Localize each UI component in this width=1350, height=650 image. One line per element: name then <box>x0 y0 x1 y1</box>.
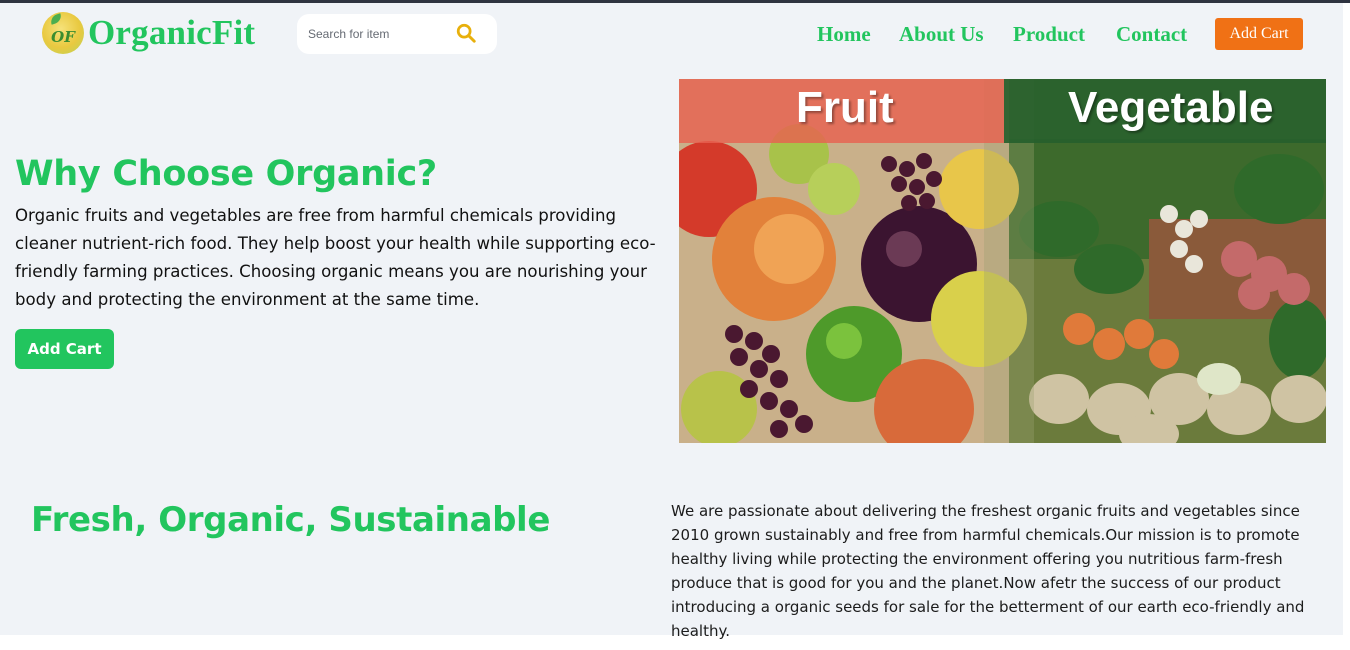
logo-initials: OF <box>51 28 75 46</box>
leaf-shape <box>48 13 64 25</box>
leaf-logo-icon: OF <box>42 12 84 54</box>
nav-home[interactable]: Home <box>817 20 871 48</box>
nav-contact[interactable]: Contact <box>1116 20 1187 48</box>
search-icon[interactable] <box>455 22 477 44</box>
logo-text: OrganicFit <box>88 13 256 52</box>
logo[interactable]: OF OrganicFit <box>42 11 255 55</box>
page-background: OF OrganicFit Home About Us Product Cont… <box>0 3 1343 640</box>
search-input[interactable] <box>308 25 448 43</box>
nav-about-us[interactable]: About Us <box>899 20 984 48</box>
section-title: Fresh, Organic, Sustainable <box>31 500 550 540</box>
section-description: We are passionate about delivering the f… <box>671 502 1305 640</box>
fruit-label: Fruit <box>796 83 894 132</box>
hero-add-cart-button[interactable]: Add Cart <box>15 329 114 369</box>
nav-product[interactable]: Product <box>1013 20 1085 48</box>
hero-title: Why Choose Organic? <box>15 154 437 194</box>
search-bar <box>297 14 497 54</box>
vegetable-label: Vegetable <box>1068 83 1274 132</box>
header-add-cart-button[interactable]: Add Cart <box>1215 18 1303 50</box>
fruit-vegetable-image: Fruit Vegetable <box>679 79 1326 443</box>
hero-description: Organic fruits and vegetables are free f… <box>15 206 656 309</box>
